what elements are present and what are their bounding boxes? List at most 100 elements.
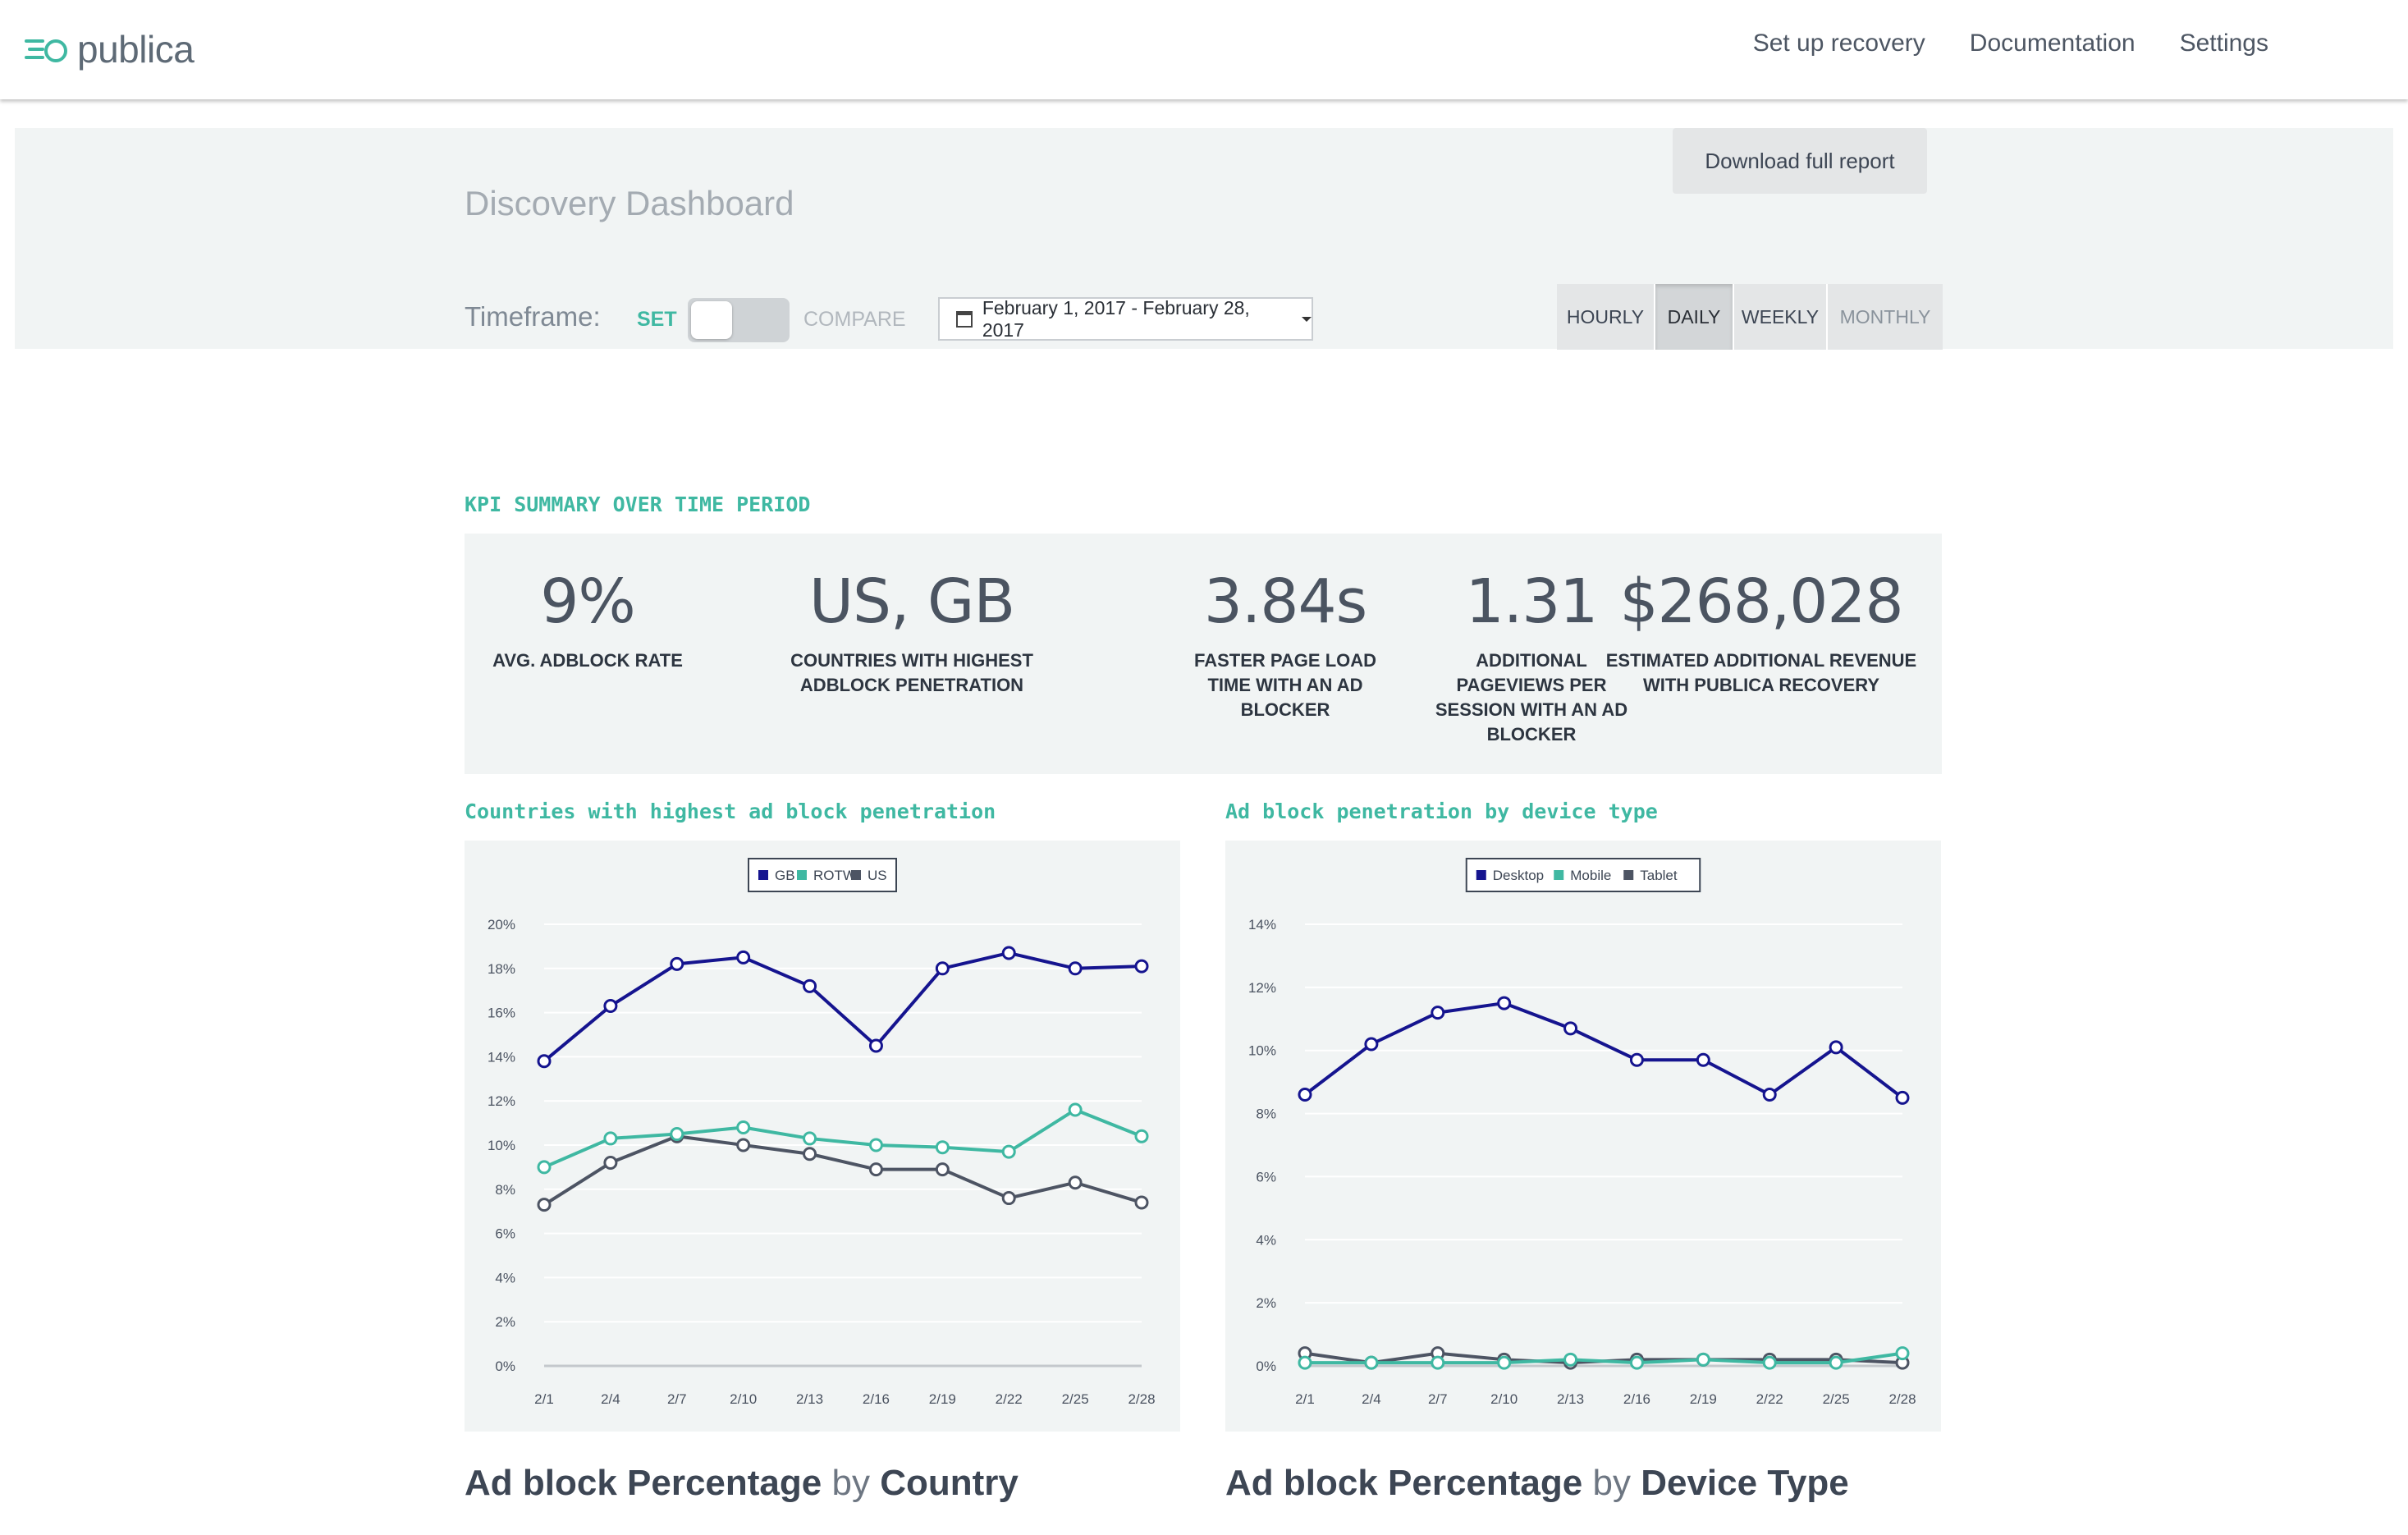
toggle-knob: [691, 301, 732, 339]
kpi-label-line: COUNTRIES WITH HIGHEST: [790, 650, 1033, 671]
kpi-label: AVG. ADBLOCK RATE: [465, 648, 711, 673]
legend-swatch: [1476, 870, 1486, 880]
y-tick-label: 6%: [495, 1226, 515, 1242]
kpi-value: $268,028: [1619, 566, 1903, 637]
y-tick-label: 0%: [1256, 1359, 1276, 1374]
y-tick-label: 12%: [1248, 980, 1276, 996]
data-point-mobile: [1895, 1346, 1910, 1361]
data-point-desktop: [1629, 1052, 1644, 1067]
granularity-monthly-button[interactable]: MONTHLY: [1828, 284, 1943, 350]
data-point-us: [736, 1138, 751, 1152]
data-point-desktop: [1895, 1090, 1910, 1105]
y-tick-label: 18%: [488, 961, 515, 977]
date-range-picker[interactable]: February 1, 2017 - February 28, 2017: [938, 297, 1313, 341]
data-point-desktop: [1563, 1021, 1578, 1036]
y-tick-label: 8%: [495, 1182, 515, 1198]
kpi-value: 9%: [540, 566, 635, 637]
title-bold-part: Ad block Percentage: [1225, 1463, 1583, 1503]
data-point-mobile: [1364, 1355, 1379, 1370]
data-point-us: [1068, 1175, 1083, 1190]
data-point-gb: [736, 950, 751, 965]
kpi-label: COUNTRIES WITH HIGHEST ADBLOCK PENETRATI…: [744, 648, 1080, 698]
kpi-section-heading: KPI SUMMARY OVER TIME PERIOD: [465, 493, 811, 516]
title-light-part: by: [831, 1463, 870, 1503]
kpi-avg-adblock-rate: 9% AVG. ADBLOCK RATE: [465, 566, 711, 673]
data-point-us: [537, 1198, 552, 1212]
kpi-value: US, GB: [808, 566, 1015, 637]
kpi-estimated-revenue: $268,028 ESTIMATED ADDITIONAL REVENUE WI…: [1589, 566, 1934, 698]
data-point-desktop: [1364, 1037, 1379, 1052]
data-point-rotw: [736, 1120, 751, 1134]
legend-label: Tablet: [1640, 868, 1678, 883]
series-line-us: [542, 1134, 1142, 1207]
y-tick-label: 12%: [488, 1093, 515, 1109]
x-tick-label: 2/25: [1062, 1391, 1089, 1407]
data-point-rotw: [868, 1138, 883, 1152]
title-bold-part: Country: [880, 1463, 1019, 1503]
country-chart-heading: Countries with highest ad block penetrat…: [465, 800, 996, 823]
data-point-gb: [537, 1054, 552, 1069]
data-point-us: [803, 1147, 817, 1162]
granularity-selector: HOURLY DAILY WEEKLY MONTHLY: [1557, 284, 1943, 350]
device-line-chart: 0% 2% 4% 6% 8% 10% 12% 14% 2/1 2/4 2/7 2/10 2/13 2/16…: [1248, 858, 1916, 1407]
legend-label: GB: [775, 868, 795, 883]
data-point-us: [935, 1162, 950, 1177]
x-tick-label: 2/7: [1428, 1391, 1448, 1407]
kpi-label-line: WITH PUBLICA RECOVERY: [1642, 675, 1880, 695]
x-tick-label: 2/10: [1490, 1391, 1518, 1407]
timeframe-set-label[interactable]: SET: [637, 308, 677, 332]
data-point-rotw: [1068, 1102, 1083, 1117]
data-point-desktop: [1762, 1088, 1777, 1102]
x-tick-label: 2/4: [1362, 1391, 1381, 1407]
data-point-desktop: [1497, 996, 1512, 1010]
granularity-daily-button[interactable]: DAILY: [1655, 284, 1734, 350]
kpi-label-line: ESTIMATED ADDITIONAL REVENUE: [1605, 650, 1917, 671]
page-title: Discovery Dashboard: [465, 184, 794, 222]
y-tick-label: 6%: [1256, 1169, 1276, 1184]
legend-label: ROTW: [813, 868, 856, 883]
legend-swatch: [1554, 870, 1564, 880]
data-point-rotw: [803, 1131, 817, 1146]
main-nav: Set up recovery Documentation Settings: [1753, 30, 2268, 57]
brand-name: publica: [77, 28, 195, 71]
timeframe-label: Timeframe:: [465, 301, 601, 332]
data-point-gb: [935, 961, 950, 976]
data-point-desktop: [1298, 1088, 1312, 1102]
data-point-us: [1134, 1195, 1149, 1210]
data-point-gb: [868, 1038, 883, 1053]
device-chart-panel: 0% 2% 4% 6% 8% 10% 12% 14% 2/1 2/4 2/7 2/10 2/13 2/16…: [1225, 841, 1941, 1432]
kpi-label: ESTIMATED ADDITIONAL REVENUE WITH PUBLIC…: [1589, 648, 1934, 698]
x-tick-label: 2/16: [1623, 1391, 1650, 1407]
y-tick-label: 4%: [495, 1270, 515, 1285]
chart-legend: GB ROTW US: [748, 858, 897, 892]
data-point-gb: [1068, 961, 1083, 976]
y-tick-label: 14%: [488, 1049, 515, 1065]
x-tick-label: 2/4: [601, 1391, 620, 1407]
kpi-top-countries: US, GB COUNTRIES WITH HIGHEST ADBLOCK PE…: [744, 566, 1080, 698]
x-tick-label: 2/13: [796, 1391, 823, 1407]
country-line-chart: 0% 2% 4% 6% 8% 10% 12% 14% 16% 18% 20% 2/1 2/4 2/7 2/1…: [488, 858, 1156, 1407]
granularity-hourly-button[interactable]: HOURLY: [1557, 284, 1655, 350]
data-point-rotw: [603, 1131, 618, 1146]
data-point-mobile: [1629, 1355, 1644, 1370]
publica-logo[interactable]: publica: [25, 23, 195, 76]
timeframe-compare-label[interactable]: COMPARE: [803, 308, 906, 332]
legend-label: Desktop: [1493, 868, 1544, 883]
legend-swatch: [797, 870, 807, 880]
set-compare-toggle[interactable]: [688, 298, 790, 342]
data-point-gb: [1134, 959, 1149, 974]
x-tick-label: 2/10: [730, 1391, 757, 1407]
legend-label: US: [868, 868, 887, 883]
data-point-desktop: [1829, 1040, 1843, 1055]
granularity-weekly-button[interactable]: WEEKLY: [1734, 284, 1828, 350]
nav-documentation[interactable]: Documentation: [1970, 30, 2136, 57]
x-tick-label: 2/28: [1888, 1391, 1916, 1407]
device-chart-title: Ad block Percentage by Device Type: [1225, 1463, 1849, 1504]
top-navigation-bar: publica Set up recovery Documentation Se…: [0, 0, 2408, 99]
legend-swatch: [851, 870, 861, 880]
nav-settings[interactable]: Settings: [2180, 30, 2268, 57]
nav-set-up-recovery[interactable]: Set up recovery: [1753, 30, 1925, 57]
download-report-button[interactable]: Download full report: [1673, 128, 1927, 194]
data-point-gb: [803, 978, 817, 993]
kpi-label-line: AVG. ADBLOCK RATE: [492, 650, 683, 671]
